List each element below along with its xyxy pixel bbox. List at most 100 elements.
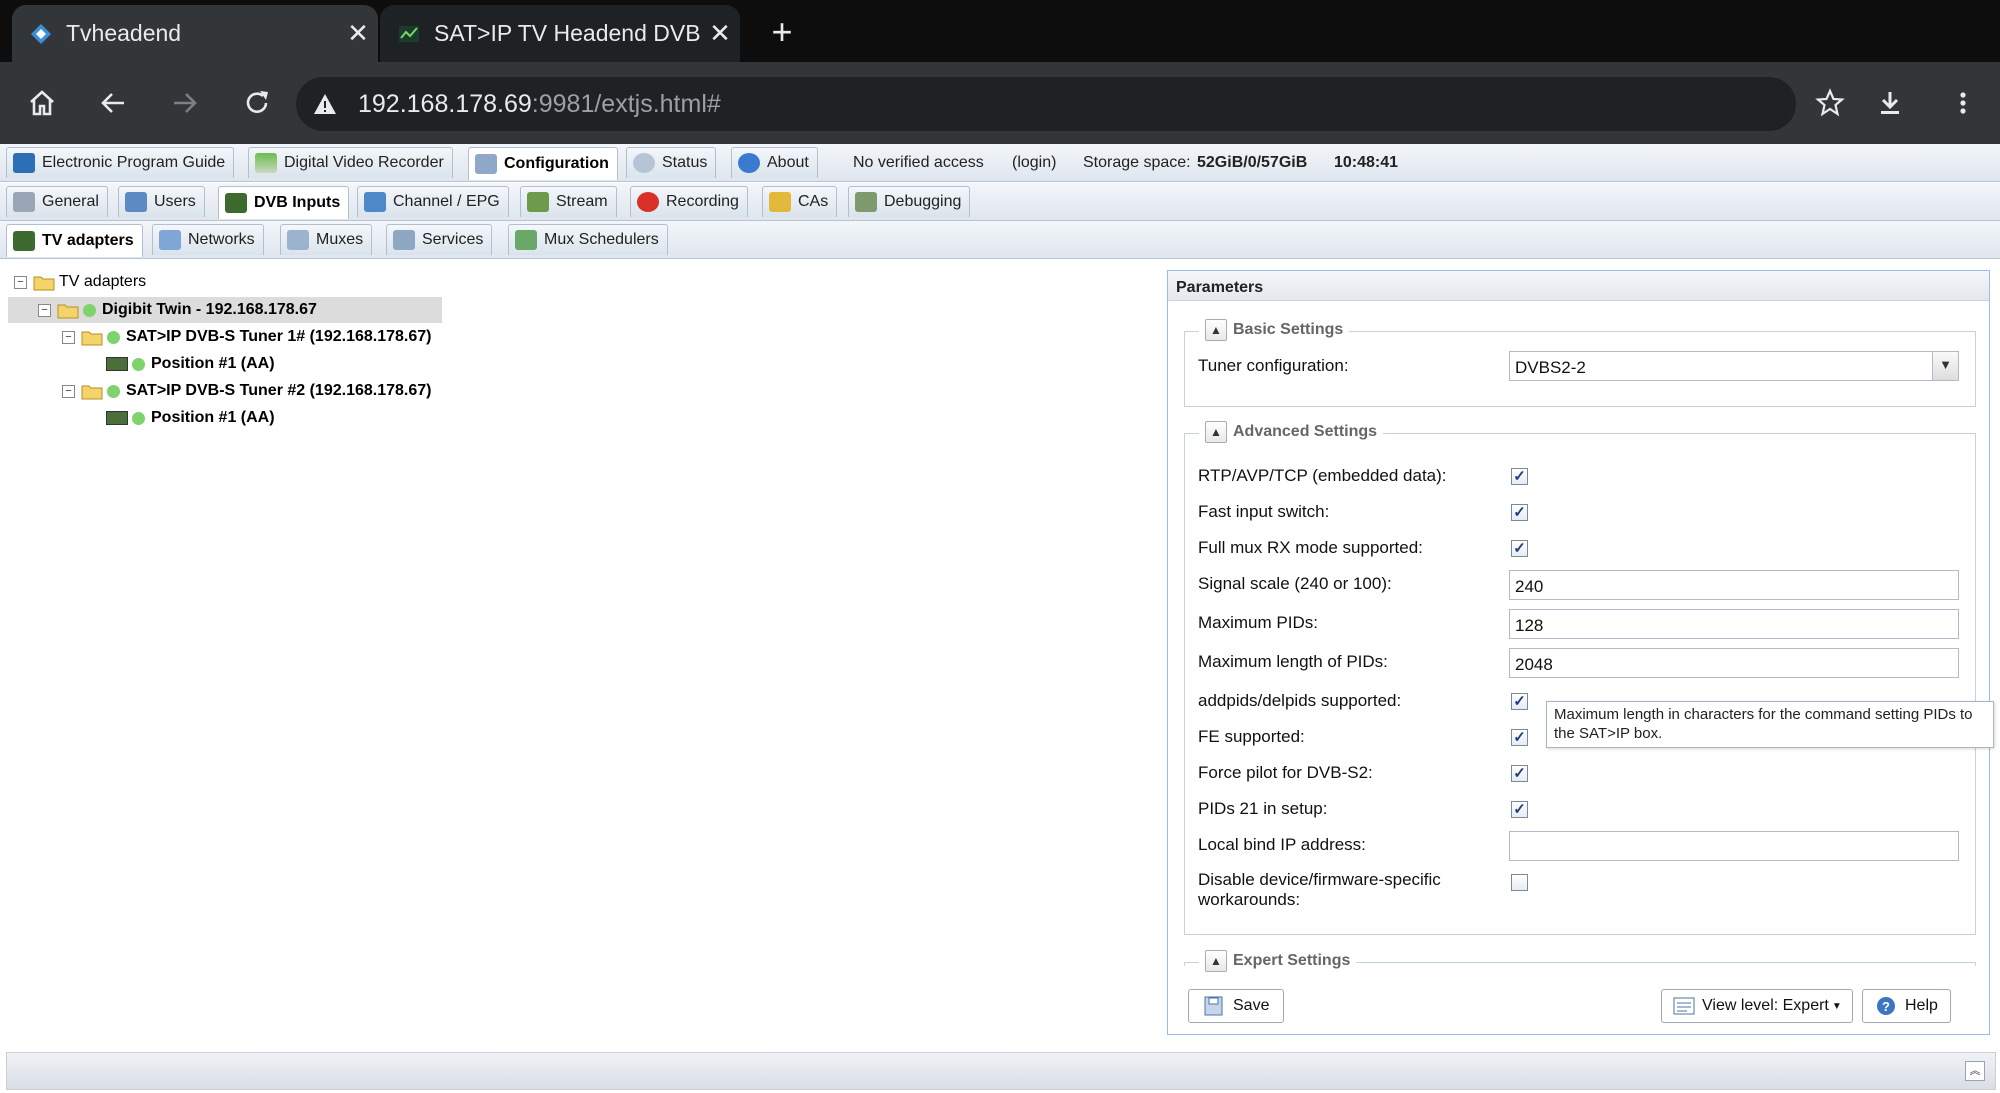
expert-settings-legend[interactable]: ▲ Expert Settings (1199, 950, 1357, 972)
collapse-toggle-icon[interactable]: − (62, 384, 75, 398)
tab-cas[interactable]: CAs (762, 186, 838, 217)
tab-label: Digital Video Recorder (284, 154, 444, 171)
new-tab-button[interactable]: + (762, 12, 802, 52)
browser-menu-button[interactable] (1940, 80, 1986, 126)
close-tab-icon[interactable]: ✕ (338, 18, 378, 49)
users-icon (125, 192, 147, 212)
full-mux-checkbox[interactable]: ✓ (1511, 540, 1528, 557)
tuner-config-label: Tuner configuration: (1198, 356, 1349, 375)
bind-ip-input[interactable] (1509, 831, 1959, 861)
reload-button[interactable] (234, 80, 280, 126)
force-pilot-checkbox[interactable]: ✓ (1511, 765, 1528, 782)
bookmark-star-button[interactable] (1807, 80, 1853, 126)
tab-recording[interactable]: Recording (630, 186, 748, 217)
pids21-checkbox[interactable]: ✓ (1511, 801, 1528, 818)
collapse-toggle-icon[interactable]: − (14, 275, 27, 289)
access-status: No verified access (853, 154, 984, 171)
adapter-tree: − TV adapters − Digibit Twin - 192.168.1… (0, 263, 1165, 1043)
browser-tab-tvheadend[interactable]: Tvheadend ✕ (12, 5, 378, 62)
tab-users[interactable]: Users (118, 186, 205, 217)
advanced-settings-legend[interactable]: ▲ Advanced Settings (1199, 421, 1384, 443)
epg-icon (13, 153, 35, 173)
browser-tab-satip[interactable]: SAT>IP TV Headend DVB- ✕ (380, 5, 740, 62)
collapse-up-icon[interactable]: ▲ (1205, 319, 1227, 341)
browser-toolbar: 192.168.178.69:9981/extjs.html# (0, 62, 2000, 144)
max-pids-input[interactable]: 128 (1509, 609, 1959, 639)
main-tab-bar: Electronic Program Guide Digital Video R… (0, 144, 2000, 182)
signal-scale-value: 240 (1515, 577, 1544, 596)
tab-mux-schedulers[interactable]: Mux Schedulers (508, 224, 668, 255)
dvb-tab-bar: TV adapters Networks Muxes Services Mux … (0, 221, 2000, 259)
tab-label: Recording (666, 193, 739, 210)
tuner-config-select[interactable]: DVBS2-2 ▼ (1509, 351, 1959, 381)
tab-general[interactable]: General (6, 186, 108, 217)
tab-networks[interactable]: Networks (152, 224, 264, 255)
tab-dvr[interactable]: Digital Video Recorder (248, 147, 453, 178)
fast-switch-label: Fast input switch: (1198, 502, 1330, 521)
collapse-up-icon[interactable]: ▲ (1205, 950, 1227, 972)
login-link[interactable]: (login) (1012, 154, 1056, 172)
downloads-button[interactable] (1867, 80, 1913, 126)
tab-tv-adapters[interactable]: TV adapters (6, 224, 143, 257)
tree-node-tuner-2[interactable]: − SAT>IP DVB-S Tuner #2 (192.168.178.67) (62, 378, 431, 404)
fast-switch-checkbox[interactable]: ✓ (1511, 504, 1528, 521)
tab-about[interactable]: About (731, 147, 818, 178)
pids21-label: PIDs 21 in setup: (1198, 799, 1328, 818)
basic-settings-legend[interactable]: ▲ Basic Settings (1199, 319, 1350, 341)
tree-node-tuner-1-position[interactable]: Position #1 (AA) (106, 351, 275, 377)
forward-button[interactable] (162, 80, 208, 126)
chevron-down-icon[interactable]: ▼ (1932, 352, 1958, 380)
dvb-card-icon (225, 193, 247, 213)
back-button[interactable] (90, 80, 136, 126)
expert-settings-fieldset: ▲ Expert Settings (1184, 950, 1976, 972)
tab-configuration[interactable]: Configuration (468, 147, 618, 180)
tab-stream[interactable]: Stream (520, 186, 617, 217)
collapse-toggle-icon[interactable]: − (38, 303, 51, 317)
tab-channel-epg[interactable]: Channel / EPG (357, 186, 509, 217)
help-button[interactable]: ? Help (1862, 989, 1951, 1023)
fe-checkbox[interactable]: ✓ (1511, 729, 1528, 746)
signal-scale-input[interactable]: 240 (1509, 570, 1959, 600)
addpids-checkbox[interactable]: ✓ (1511, 693, 1528, 710)
status-ok-icon (107, 384, 120, 398)
tree-node-root[interactable]: − TV adapters (14, 269, 146, 295)
rtp-checkbox[interactable]: ✓ (1511, 468, 1528, 485)
home-icon (30, 90, 54, 116)
collapse-toggle-icon[interactable]: − (62, 330, 75, 344)
close-tab-icon[interactable]: ✕ (700, 18, 740, 49)
address-bar[interactable]: 192.168.178.69:9981/extjs.html# (296, 77, 1796, 131)
tab-muxes[interactable]: Muxes (280, 224, 373, 255)
tab-label: Muxes (316, 231, 364, 248)
max-pid-length-input[interactable]: 2048 (1509, 648, 1959, 678)
tab-debugging[interactable]: Debugging (848, 186, 971, 217)
collapse-up-icon[interactable]: ▲ (1205, 421, 1227, 443)
tuner-config-value: DVBS2-2 (1515, 358, 1586, 377)
tree-node-device[interactable]: − Digibit Twin - 192.168.178.67 (8, 297, 442, 323)
basic-settings-fieldset: ▲ Basic Settings Tuner configuration: DV… (1184, 319, 1976, 407)
tree-label: Digibit Twin - 192.168.178.67 (102, 301, 317, 318)
tab-epg[interactable]: Electronic Program Guide (6, 147, 235, 178)
tab-label: Services (422, 231, 484, 248)
tab-services[interactable]: Services (386, 224, 493, 255)
advanced-settings-fieldset: ▲ Advanced Settings RTP/AVP/TCP (embedde… (1184, 421, 1976, 935)
browser-tab-strip: Tvheadend ✕ SAT>IP TV Headend DVB- ✕ + (0, 0, 2000, 62)
eye-icon (633, 153, 655, 173)
status-ok-icon (83, 303, 96, 317)
double-chevron-up-icon[interactable]: ︽ (1965, 1061, 1985, 1081)
tree-node-tuner-2-position[interactable]: Position #1 (AA) (106, 405, 275, 431)
home-button[interactable] (19, 80, 65, 126)
disable-workarounds-checkbox[interactable] (1511, 874, 1528, 891)
tab-dvb-inputs[interactable]: DVB Inputs (218, 186, 350, 219)
kebab-menu-icon (1960, 92, 1966, 114)
save-button[interactable]: Save (1188, 989, 1285, 1023)
wrench-icon (475, 154, 497, 174)
not-secure-warning-icon[interactable] (310, 91, 340, 117)
tab-label: Electronic Program Guide (42, 154, 226, 171)
tab-status[interactable]: Status (626, 147, 717, 178)
bind-ip-label: Local bind IP address: (1198, 835, 1366, 854)
tree-node-tuner-1[interactable]: − SAT>IP DVB-S Tuner 1# (192.168.178.67) (62, 324, 431, 350)
folder-icon (81, 385, 103, 399)
services-icon (393, 230, 415, 250)
view-level-button[interactable]: View level: Expert ▼ (1661, 989, 1853, 1023)
record-icon (637, 192, 659, 212)
